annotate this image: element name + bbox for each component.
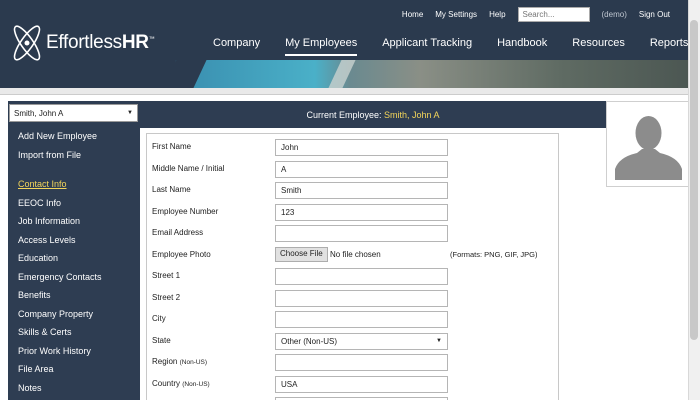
next-row [147, 395, 547, 400]
employee-select-value: Smith, John A [14, 108, 64, 118]
nav-handbook[interactable]: Handbook [497, 37, 547, 56]
last-name-input[interactable]: Smith [275, 182, 448, 199]
sidebar-item-benefits[interactable]: Benefits [18, 290, 138, 309]
last-name-label: Last Name [152, 185, 191, 194]
current-employee-name: Smith, John A [384, 110, 440, 120]
nav-applicant-tracking[interactable]: Applicant Tracking [382, 37, 472, 56]
sign-out-link[interactable]: Sign Out [639, 10, 670, 19]
email-label: Email Address [152, 228, 204, 237]
employee-photo-label: Employee Photo [152, 249, 211, 259]
sidebar-item-emergency-contacts[interactable]: Emergency Contacts [18, 272, 138, 291]
choose-file-button[interactable]: Choose File [275, 246, 328, 262]
city-input[interactable] [275, 311, 448, 328]
current-employee-bar: Current Employee: Smith, John A [140, 101, 606, 128]
sidebar-item-contact-info[interactable]: Contact Info [18, 179, 138, 198]
employee-select[interactable]: Smith, John A ▼ [9, 104, 138, 122]
home-link[interactable]: Home [402, 10, 423, 19]
street1-label: Street 1 [152, 271, 181, 280]
employee-number-row: Employee Number 123 [147, 202, 547, 222]
demo-label: (demo) [601, 10, 627, 19]
employee-photo-row: Employee Photo Choose File No file chose… [147, 245, 547, 265]
country-row: Country (Non-US) USA [147, 374, 547, 394]
region-row: Region (Non-US) [147, 352, 547, 372]
nav-my-employees[interactable]: My Employees [285, 37, 358, 56]
sidebar-item-job-information[interactable]: Job Information [18, 216, 138, 235]
street2-row: Street 2 [147, 288, 547, 308]
email-input[interactable] [275, 225, 448, 242]
chevron-down-icon: ▼ [436, 338, 442, 344]
current-employee-label: Current Employee: [306, 110, 382, 120]
brand-name: EffortlessHR™ [46, 32, 155, 53]
region-input[interactable] [275, 354, 448, 371]
first-name-row: First Name John [147, 137, 547, 157]
file-status: No file chosen [330, 249, 381, 259]
sidebar-item-education[interactable]: Education [18, 253, 138, 272]
sidebar-item-eeoc-info[interactable]: EEOC Info [18, 198, 138, 217]
nav-company[interactable]: Company [213, 37, 260, 56]
city-label: City [152, 314, 166, 323]
main-nav: Company My Employees Applicant Tracking … [213, 37, 688, 56]
email-row: Email Address [147, 223, 547, 243]
nav-resources[interactable]: Resources [572, 37, 625, 56]
street2-input[interactable] [275, 289, 448, 307]
country-input[interactable]: USA [275, 375, 448, 393]
avatar-placeholder-icon [615, 109, 682, 180]
state-select-value: Other (Non-US) [281, 336, 338, 346]
employee-photo [606, 101, 690, 187]
search-input[interactable] [517, 7, 590, 22]
middle-name-row: Middle Name / Initial A [147, 159, 547, 179]
street2-label: Street 2 [152, 292, 181, 302]
sidebar-item-company-property[interactable]: Company Property [18, 309, 138, 328]
middle-name-label: Middle Name / Initial [152, 163, 225, 173]
sidebar-item-prior-work-history[interactable]: Prior Work History [18, 346, 138, 365]
sidebar-item-access-levels[interactable]: Access Levels [18, 235, 138, 254]
top-links: Home My Settings Help (demo) Sign Out [402, 7, 670, 22]
sidebar-item-add-new-employee[interactable]: Add New Employee [18, 131, 138, 150]
employee-number-input[interactable]: 123 [275, 203, 448, 221]
sidebar-item-import-from-file[interactable]: Import from File [18, 150, 138, 169]
state-label: State [152, 335, 171, 345]
sidebar-item-notes[interactable]: Notes [18, 383, 138, 400]
my-settings-link[interactable]: My Settings [435, 10, 477, 19]
state-select[interactable]: Other (Non-US) ▼ [275, 332, 448, 350]
first-name-input[interactable]: John [275, 139, 448, 156]
street1-row: Street 1 [147, 266, 547, 286]
employee-number-label: Employee Number [152, 206, 219, 216]
city-row: City [147, 309, 547, 329]
app-header: EffortlessHR™ Home My Settings Help (dem… [0, 0, 700, 88]
sidebar-links: Add New Employee Import from File Contac… [18, 131, 138, 400]
country-label: Country (Non-US) [152, 378, 210, 388]
contact-info-form: First Name John Middle Name / Initial A … [146, 133, 559, 400]
brand-logo[interactable]: EffortlessHR™ [10, 20, 155, 66]
sidebar-item-skills-certs[interactable]: Skills & Certs [18, 327, 138, 346]
logo-icon [13, 25, 41, 61]
street1-input[interactable] [275, 268, 448, 285]
state-row: State Other (Non-US) ▼ [147, 331, 547, 351]
scrollbar-thumb[interactable] [690, 20, 698, 340]
sidebar-item-file-area[interactable]: File Area [18, 364, 138, 383]
page-scrollbar[interactable] [688, 0, 700, 400]
region-label: Region (Non-US) [152, 357, 208, 366]
first-name-label: First Name [152, 142, 192, 151]
file-format-hint: (Formats: PNG, GIF, JPG) [450, 249, 538, 259]
nav-reports[interactable]: Reports [650, 37, 689, 56]
chevron-down-icon: ▼ [127, 110, 133, 116]
help-link[interactable]: Help [489, 10, 505, 19]
middle-name-input[interactable]: A [275, 160, 448, 178]
last-name-row: Last Name Smith [147, 180, 547, 200]
